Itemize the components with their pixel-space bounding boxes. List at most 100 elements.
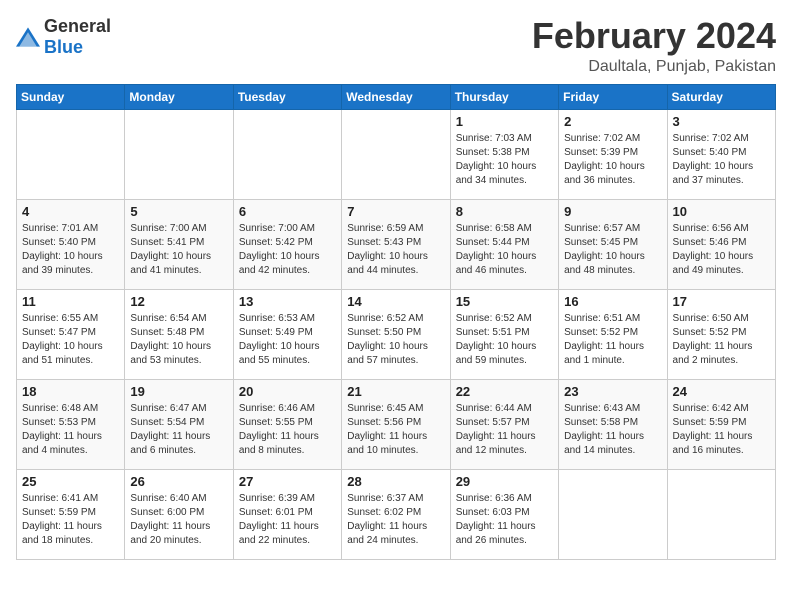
day-number: 18 xyxy=(22,384,119,399)
day-cell: 24 Sunrise: 6:42 AM Sunset: 5:59 PM Dayli… xyxy=(667,379,775,469)
header: General Blue February 2024 Daultala, Pun… xyxy=(16,16,776,76)
header-sunday: Sunday xyxy=(17,84,125,109)
calendar-body: 1Sunrise: 7:03 AM Sunset: 5:38 PM Daylig… xyxy=(17,109,776,559)
location-title: Daultala, Punjab, Pakistan xyxy=(532,58,776,76)
day-cell: 17 Sunrise: 6:50 AM Sunset: 5:52 PM Dayli… xyxy=(667,289,775,379)
header-monday: Monday xyxy=(125,84,233,109)
calendar-header: Sunday Monday Tuesday Wednesday Thursday… xyxy=(17,84,776,109)
day-cell: 28 Sunrise: 6:37 AM Sunset: 6:02 PM Dayli… xyxy=(342,469,450,559)
day-number: 12 xyxy=(130,294,227,309)
day-cell: 1Sunrise: 7:03 AM Sunset: 5:38 PM Daylig… xyxy=(450,109,558,199)
day-info: Sunrise: 6:40 AM Sunset: 6:00 PM Dayligh… xyxy=(130,492,227,548)
day-cell: 26 Sunrise: 6:40 AM Sunset: 6:00 PM Dayli… xyxy=(125,469,233,559)
day-cell: 27 Sunrise: 6:39 AM Sunset: 6:01 PM Dayli… xyxy=(233,469,341,559)
day-cell: 20Sunrise: 6:46 AM Sunset: 5:55 PM Dayli… xyxy=(233,379,341,469)
day-number: 25 xyxy=(22,474,119,489)
week-row-5: 25 Sunrise: 6:41 AM Sunset: 5:59 PM Dayli… xyxy=(17,469,776,559)
day-number: 19 xyxy=(130,384,227,399)
day-cell: 2 Sunrise: 7:02 AM Sunset: 5:39 PM Daylig… xyxy=(559,109,667,199)
day-info: Sunrise: 7:02 AM Sunset: 5:40 PM Dayligh… xyxy=(673,132,770,188)
header-friday: Friday xyxy=(559,84,667,109)
day-number: 6 xyxy=(239,204,336,219)
day-number: 22 xyxy=(456,384,553,399)
logo-blue: Blue xyxy=(44,37,83,57)
day-info: Sunrise: 7:00 AM Sunset: 5:42 PM Dayligh… xyxy=(239,222,336,278)
day-number: 2 xyxy=(564,114,661,129)
day-number: 28 xyxy=(347,474,444,489)
day-number: 8 xyxy=(456,204,553,219)
day-number: 14 xyxy=(347,294,444,309)
day-number: 15 xyxy=(456,294,553,309)
day-cell: 14Sunrise: 6:52 AM Sunset: 5:50 PM Dayli… xyxy=(342,289,450,379)
day-cell: 18 Sunrise: 6:48 AM Sunset: 5:53 PM Dayli… xyxy=(17,379,125,469)
day-number: 9 xyxy=(564,204,661,219)
day-info: Sunrise: 6:52 AM Sunset: 5:51 PM Dayligh… xyxy=(456,312,553,368)
title-area: February 2024 Daultala, Punjab, Pakistan xyxy=(532,16,776,76)
day-info: Sunrise: 6:47 AM Sunset: 5:54 PM Dayligh… xyxy=(130,402,227,458)
day-cell: 3Sunrise: 7:02 AM Sunset: 5:40 PM Daylig… xyxy=(667,109,775,199)
day-info: Sunrise: 6:39 AM Sunset: 6:01 PM Dayligh… xyxy=(239,492,336,548)
day-info: Sunrise: 6:51 AM Sunset: 5:52 PM Dayligh… xyxy=(564,312,661,368)
day-number: 17 xyxy=(673,294,770,309)
day-cell: 11 Sunrise: 6:55 AM Sunset: 5:47 PM Dayli… xyxy=(17,289,125,379)
day-number: 26 xyxy=(130,474,227,489)
day-number: 24 xyxy=(673,384,770,399)
logo: General Blue xyxy=(16,16,111,58)
day-number: 10 xyxy=(673,204,770,219)
day-info: Sunrise: 6:53 AM Sunset: 5:49 PM Dayligh… xyxy=(239,312,336,368)
day-cell xyxy=(125,109,233,199)
week-row-1: 1Sunrise: 7:03 AM Sunset: 5:38 PM Daylig… xyxy=(17,109,776,199)
day-info: Sunrise: 6:59 AM Sunset: 5:43 PM Dayligh… xyxy=(347,222,444,278)
day-info: Sunrise: 6:48 AM Sunset: 5:53 PM Dayligh… xyxy=(22,402,119,458)
day-info: Sunrise: 6:57 AM Sunset: 5:45 PM Dayligh… xyxy=(564,222,661,278)
day-cell xyxy=(559,469,667,559)
day-cell: 21 Sunrise: 6:45 AM Sunset: 5:56 PM Dayli… xyxy=(342,379,450,469)
header-tuesday: Tuesday xyxy=(233,84,341,109)
day-number: 16 xyxy=(564,294,661,309)
week-row-4: 18 Sunrise: 6:48 AM Sunset: 5:53 PM Dayli… xyxy=(17,379,776,469)
day-info: Sunrise: 6:43 AM Sunset: 5:58 PM Dayligh… xyxy=(564,402,661,458)
day-info: Sunrise: 6:45 AM Sunset: 5:56 PM Dayligh… xyxy=(347,402,444,458)
day-cell xyxy=(233,109,341,199)
day-number: 7 xyxy=(347,204,444,219)
header-saturday: Saturday xyxy=(667,84,775,109)
day-cell: 23 Sunrise: 6:43 AM Sunset: 5:58 PM Dayli… xyxy=(559,379,667,469)
day-cell xyxy=(342,109,450,199)
header-wednesday: Wednesday xyxy=(342,84,450,109)
day-cell: 16 Sunrise: 6:51 AM Sunset: 5:52 PM Dayli… xyxy=(559,289,667,379)
day-info: Sunrise: 6:55 AM Sunset: 5:47 PM Dayligh… xyxy=(22,312,119,368)
day-number: 23 xyxy=(564,384,661,399)
day-info: Sunrise: 6:36 AM Sunset: 6:03 PM Dayligh… xyxy=(456,492,553,548)
month-title: February 2024 xyxy=(532,16,776,56)
day-cell: 13 Sunrise: 6:53 AM Sunset: 5:49 PM Dayli… xyxy=(233,289,341,379)
day-number: 20 xyxy=(239,384,336,399)
day-number: 4 xyxy=(22,204,119,219)
day-cell xyxy=(17,109,125,199)
header-thursday: Thursday xyxy=(450,84,558,109)
day-info: Sunrise: 6:37 AM Sunset: 6:02 PM Dayligh… xyxy=(347,492,444,548)
day-cell: 6 Sunrise: 7:00 AM Sunset: 5:42 PM Daylig… xyxy=(233,199,341,289)
day-number: 1 xyxy=(456,114,553,129)
header-row: Sunday Monday Tuesday Wednesday Thursday… xyxy=(17,84,776,109)
day-cell: 5Sunrise: 7:00 AM Sunset: 5:41 PM Daylig… xyxy=(125,199,233,289)
day-info: Sunrise: 6:54 AM Sunset: 5:48 PM Dayligh… xyxy=(130,312,227,368)
day-info: Sunrise: 6:44 AM Sunset: 5:57 PM Dayligh… xyxy=(456,402,553,458)
day-info: Sunrise: 6:41 AM Sunset: 5:59 PM Dayligh… xyxy=(22,492,119,548)
day-info: Sunrise: 6:58 AM Sunset: 5:44 PM Dayligh… xyxy=(456,222,553,278)
day-cell: 12 Sunrise: 6:54 AM Sunset: 5:48 PM Dayli… xyxy=(125,289,233,379)
calendar-table: Sunday Monday Tuesday Wednesday Thursday… xyxy=(16,84,776,560)
week-row-2: 4Sunrise: 7:01 AM Sunset: 5:40 PM Daylig… xyxy=(17,199,776,289)
day-number: 13 xyxy=(239,294,336,309)
day-info: Sunrise: 6:56 AM Sunset: 5:46 PM Dayligh… xyxy=(673,222,770,278)
day-number: 21 xyxy=(347,384,444,399)
day-cell: 7 Sunrise: 6:59 AM Sunset: 5:43 PM Daylig… xyxy=(342,199,450,289)
day-number: 27 xyxy=(239,474,336,489)
day-cell: 25 Sunrise: 6:41 AM Sunset: 5:59 PM Dayli… xyxy=(17,469,125,559)
day-cell: 8 Sunrise: 6:58 AM Sunset: 5:44 PM Daylig… xyxy=(450,199,558,289)
day-number: 5 xyxy=(130,204,227,219)
day-number: 11 xyxy=(22,294,119,309)
day-info: Sunrise: 7:02 AM Sunset: 5:39 PM Dayligh… xyxy=(564,132,661,188)
day-cell: 15 Sunrise: 6:52 AM Sunset: 5:51 PM Dayli… xyxy=(450,289,558,379)
day-info: Sunrise: 6:50 AM Sunset: 5:52 PM Dayligh… xyxy=(673,312,770,368)
day-info: Sunrise: 6:42 AM Sunset: 5:59 PM Dayligh… xyxy=(673,402,770,458)
